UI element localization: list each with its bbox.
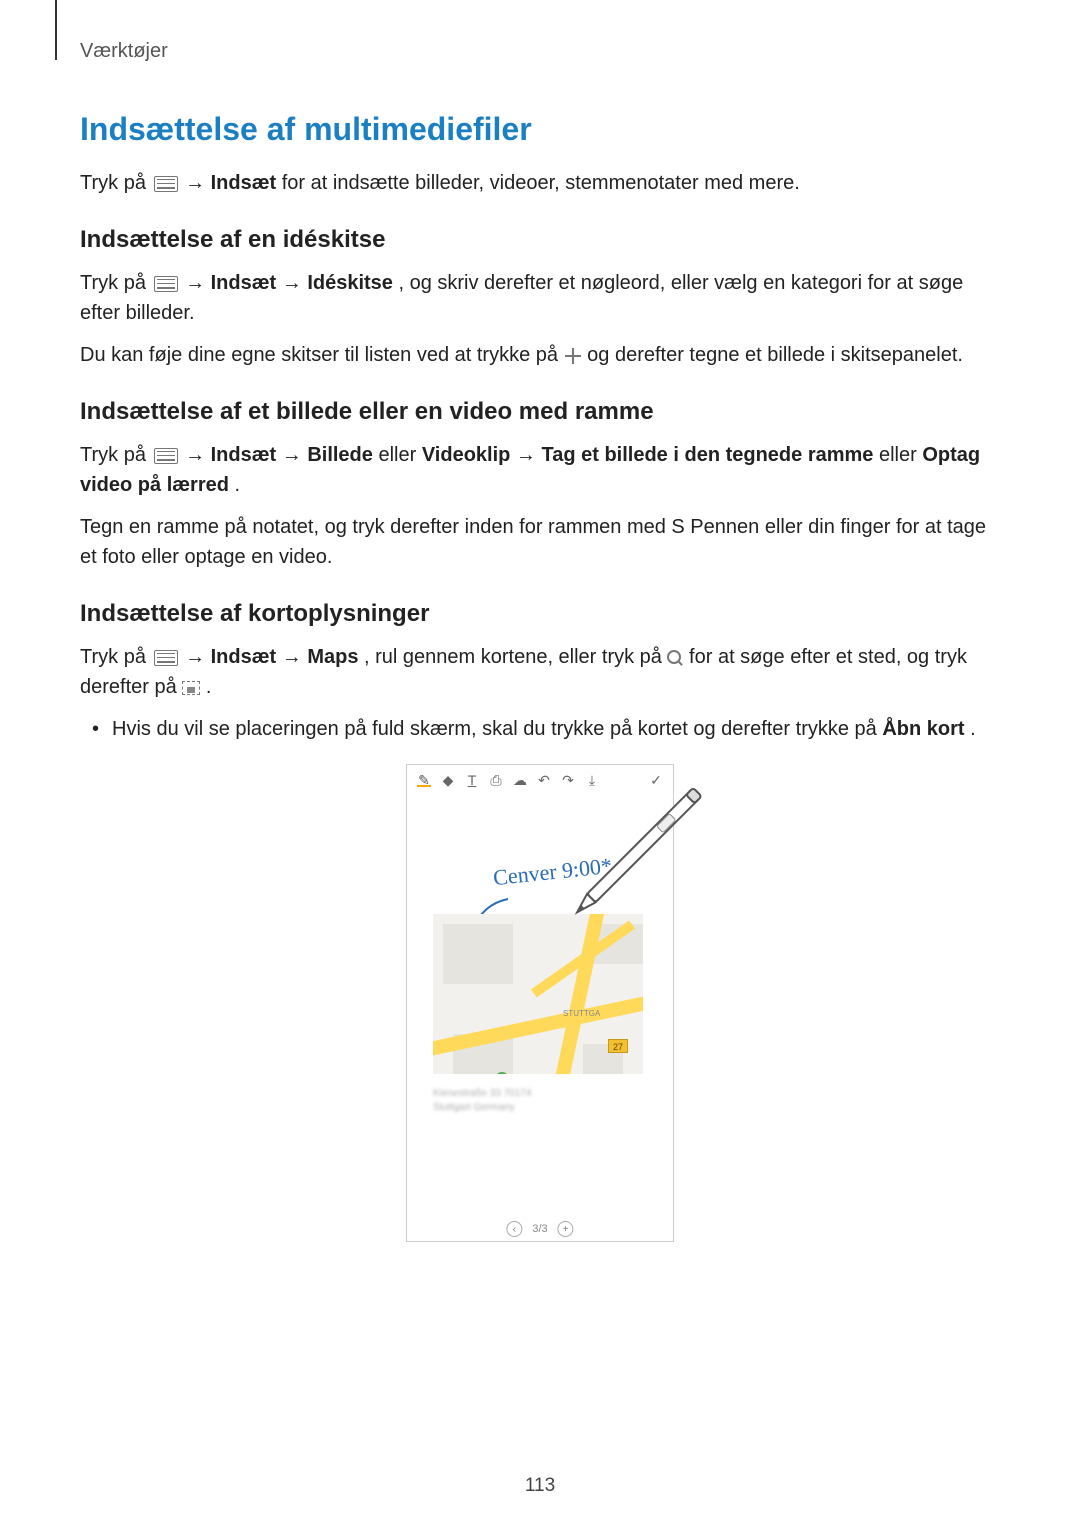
pager-prev-button: ‹ <box>506 1221 522 1237</box>
text: Tryk på <box>80 272 152 294</box>
menu-label-image: Billede <box>307 444 373 466</box>
text: . <box>206 676 212 698</box>
text: . <box>970 718 976 740</box>
note-pager: ‹ 3/3 + <box>506 1221 573 1237</box>
text: → <box>516 444 542 466</box>
text: , rul gennem kortene, eller tryk på <box>364 646 667 668</box>
breadcrumb: Værktøjer <box>80 40 1000 63</box>
paragraph: Tegn en ramme på notatet, og tryk dereft… <box>80 512 1000 572</box>
paragraph: Tryk på → Indsæt → Maps , rul gennem kor… <box>80 642 1000 702</box>
section-heading-maps: Indsættelse af kortoplysninger <box>80 600 1000 628</box>
text: Tryk på <box>80 172 152 194</box>
menu-label-open-map: Åbn kort <box>882 718 964 740</box>
text-tool-icon: T <box>465 773 479 787</box>
section-heading-ideasketch: Indsættelse af en idéskitse <box>80 226 1000 254</box>
search-icon <box>667 650 683 666</box>
menu-label-take-photo-frame: Tag et billede i den tegnede ramme <box>541 444 873 466</box>
text: Tryk på <box>80 646 152 668</box>
map-city-label: STUTTGA <box>563 1009 600 1018</box>
menu-label-ideasketch: Idéskitse <box>307 272 393 294</box>
text: og derefter tegne et billede i skitsepan… <box>587 344 963 366</box>
section-heading-frame: Indsættelse af et billede eller en video… <box>80 398 1000 426</box>
text: → <box>282 444 308 466</box>
text: → <box>185 646 211 668</box>
note-canvas: Cenver 9:00* STUTTGA 27 S Kienestraße 33… <box>413 799 667 1139</box>
map-marker-27: 27 <box>608 1039 628 1053</box>
menu-icon <box>154 650 178 666</box>
eraser-tool-icon: ◆ <box>441 773 455 787</box>
menu-label-insert: Indsæt <box>211 444 277 466</box>
text: Du kan føje dine egne skitser til listen… <box>80 344 564 366</box>
menu-icon <box>154 448 178 464</box>
menu-label-videoclip: Videoklip <box>422 444 511 466</box>
paragraph: Du kan føje dine egne skitser til listen… <box>80 340 1000 370</box>
map-thumbnail: STUTTGA 27 S <box>433 914 643 1074</box>
text: . <box>235 474 241 496</box>
text: Hvis du vil se placeringen på fuld skærm… <box>112 718 882 740</box>
list-item: Hvis du vil se placeringen på fuld skærm… <box>112 714 1000 744</box>
bullet-list: Hvis du vil se placeringen på fuld skærm… <box>80 714 1000 744</box>
map-address: Kienestraße 33 70174 Stuttgart Germany <box>433 1087 531 1115</box>
capture-icon <box>182 681 200 695</box>
text: for at indsætte billeder, videoer, stemm… <box>282 172 800 194</box>
undo-icon: ↶ <box>537 773 551 787</box>
menu-label-insert: Indsæt <box>211 272 277 294</box>
note-toolbar: ✎ ◆ T ⎙ ☁ ↶ ↷ ⤓ ✓ <box>413 771 667 789</box>
cloud-tool-icon: ☁ <box>513 773 527 787</box>
address-line: Kienestraße 33 70174 <box>433 1087 531 1101</box>
page-title: Indsættelse af multimediefiler <box>80 111 1000 148</box>
text: → <box>282 272 308 294</box>
menu-icon <box>154 276 178 292</box>
text: eller <box>879 444 922 466</box>
camera-tool-icon: ⎙ <box>489 773 503 787</box>
text: → <box>185 272 211 294</box>
download-icon: ⤓ <box>585 773 599 787</box>
text: → <box>282 646 308 668</box>
address-line: Stuttgart Germany <box>433 1101 531 1115</box>
text: → <box>185 444 211 466</box>
handwritten-text: Cenver 9:00* <box>492 853 613 891</box>
menu-label-insert: Indsæt <box>211 172 277 194</box>
plus-icon <box>564 347 582 365</box>
menu-icon <box>154 176 178 192</box>
page-number: 113 <box>525 1475 555 1497</box>
menu-label-insert: Indsæt <box>211 646 277 668</box>
pen-tool-icon: ✎ <box>417 773 431 787</box>
redo-icon: ↷ <box>561 773 575 787</box>
intro-paragraph: Tryk på → Indsæt for at indsætte billede… <box>80 168 1000 198</box>
menu-label-maps: Maps <box>307 646 358 668</box>
text: eller <box>378 444 421 466</box>
paragraph: Tryk på → Indsæt → Billede eller Videokl… <box>80 440 1000 500</box>
text: Tryk på <box>80 444 152 466</box>
illustration-phone: ✎ ◆ T ⎙ ☁ ↶ ↷ ⤓ ✓ Cenver 9:00* STUT <box>406 764 674 1242</box>
pager-text: 3/3 <box>532 1223 547 1235</box>
check-icon: ✓ <box>649 773 663 787</box>
pager-add-button: + <box>558 1221 574 1237</box>
text: → <box>185 172 211 194</box>
paragraph: Tryk på → Indsæt → Idéskitse , og skriv … <box>80 268 1000 328</box>
